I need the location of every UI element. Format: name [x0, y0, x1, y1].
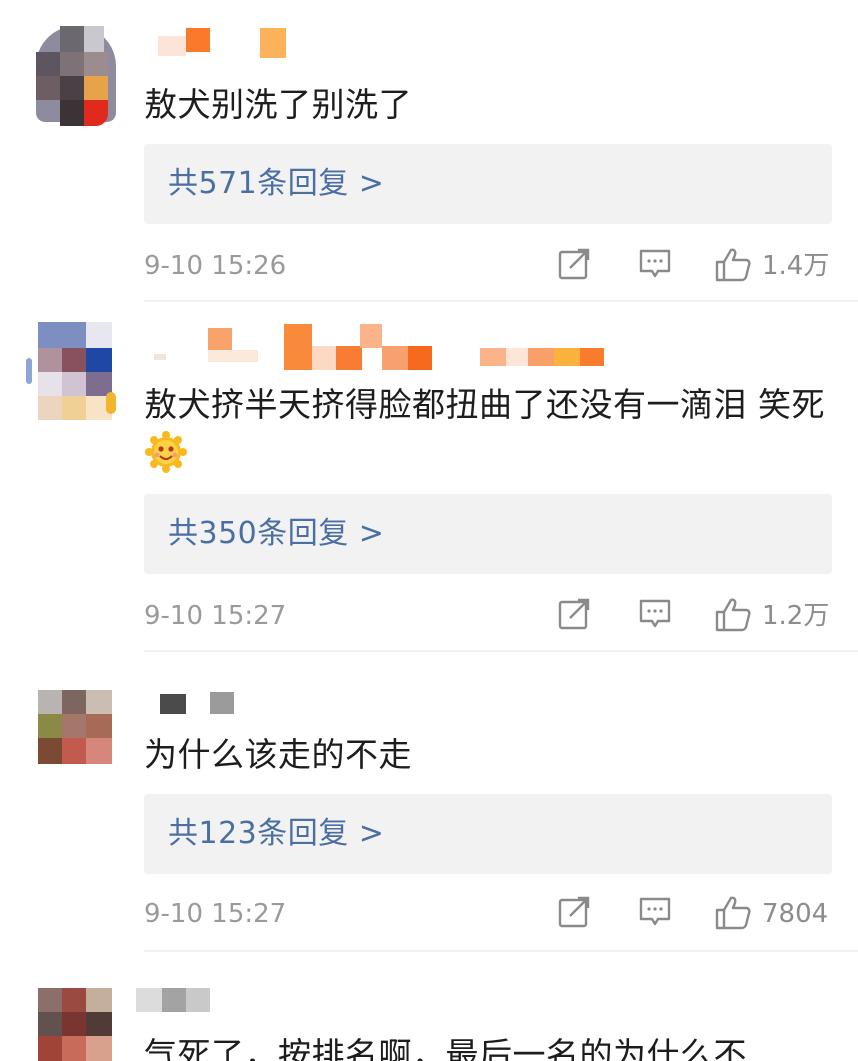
like-button[interactable]: 1.4万 [714, 246, 834, 286]
thumbs-up-icon [714, 894, 752, 934]
repost-icon[interactable] [558, 246, 592, 286]
timestamp: 9-10 15:27 [144, 601, 287, 631]
comment-meta: 9-10 15:27 7804 [144, 894, 832, 934]
reply-count-label[interactable]: 共350条回复 > [168, 514, 384, 554]
comment-item: 为什么该走的不走 共123条回复 > 9-10 15:27 7804 [0, 652, 858, 952]
thumbs-up-icon [714, 596, 752, 636]
username[interactable] [144, 320, 614, 370]
avatar[interactable] [26, 988, 114, 1061]
comment-item: 敖犬挤半天挤得脸都扭曲了还没有一滴泪 笑死 共350条回复 > 9-10 15:… [0, 302, 858, 652]
thumbs-up-icon [714, 246, 752, 286]
reply-count-link[interactable]: 共123条回复 > [144, 794, 832, 874]
comment-icon[interactable] [638, 246, 672, 286]
comment-icon[interactable] [638, 894, 672, 934]
timestamp: 9-10 15:27 [144, 899, 287, 929]
comment-text: 敖犬挤半天挤得脸都扭曲了还没有一滴泪 笑死 [144, 380, 834, 480]
comment-feed: 敖犬别洗了别洗了 共571条回复 > 9-10 15:26 1.4万 敖犬挤半天… [0, 0, 858, 1061]
username[interactable] [144, 690, 264, 734]
reply-count-link[interactable]: 共571条回复 > [144, 144, 832, 224]
repost-icon[interactable] [558, 894, 592, 934]
comment-item: 敖犬别洗了别洗了 共571条回复 > 9-10 15:26 1.4万 [0, 0, 858, 302]
comment-text: 为什么该走的不走 [144, 735, 412, 774]
avatar[interactable] [26, 690, 114, 790]
repost-icon[interactable] [558, 596, 592, 636]
like-count: 7804 [762, 899, 829, 929]
comment-text: 气死了，按排名啊，最后一名的为什么不 [144, 1035, 747, 1061]
like-count: 1.4万 [762, 251, 830, 281]
like-button[interactable]: 1.2万 [714, 596, 834, 636]
like-button[interactable]: 7804 [714, 894, 834, 934]
comment-meta: 9-10 15:26 1.4万 [144, 246, 832, 286]
reply-count-label[interactable]: 共571条回复 > [168, 164, 384, 204]
comment-item: 气死了，按排名啊，最后一名的为什么不 [0, 952, 858, 1061]
comment-icon[interactable] [638, 596, 672, 636]
comment-meta: 9-10 15:27 1.2万 [144, 596, 832, 636]
like-count: 1.2万 [762, 601, 830, 631]
avatar[interactable] [26, 322, 116, 422]
username[interactable] [144, 26, 304, 70]
smiling-sun-emoji-icon [145, 431, 187, 473]
avatar[interactable] [26, 26, 116, 126]
reply-count-label[interactable]: 共123条回复 > [168, 814, 384, 854]
reply-count-link[interactable]: 共350条回复 > [144, 494, 832, 574]
comment-text: 敖犬别洗了别洗了 [144, 85, 412, 124]
username[interactable] [136, 986, 284, 1030]
timestamp: 9-10 15:26 [144, 251, 287, 281]
comment-text-body: 敖犬挤半天挤得脸都扭曲了还没有一滴泪 笑死 [144, 385, 825, 424]
